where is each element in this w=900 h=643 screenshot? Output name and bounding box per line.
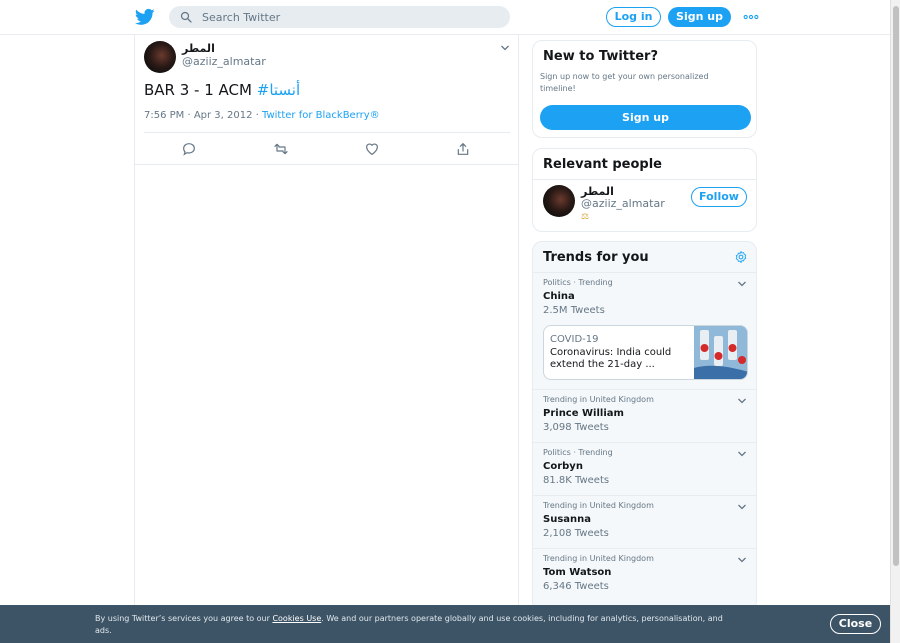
trends-title: Trends for you: [543, 250, 649, 265]
share-icon[interactable]: [455, 141, 471, 157]
page-scrollbar[interactable]: [890, 0, 900, 643]
avatar[interactable]: [543, 185, 575, 217]
trend-name[interactable]: Corbyn: [543, 461, 583, 472]
tweet-text: BAR 3 - 1 ACM #أنستا: [144, 81, 300, 99]
close-button[interactable]: Close: [830, 614, 881, 634]
tweet-author-name[interactable]: المطر: [182, 42, 215, 55]
trend-count: 2.5M Tweets: [543, 305, 605, 316]
trend-name[interactable]: Prince William: [543, 408, 624, 419]
like-heart-icon[interactable]: [364, 141, 380, 157]
trend-name[interactable]: China: [543, 291, 575, 302]
trend-item[interactable]: Trending in United Kingdom Prince Willia…: [533, 389, 756, 442]
reply-icon[interactable]: [181, 141, 197, 157]
tweet-author-handle[interactable]: @aziiz_almatar: [182, 55, 266, 68]
twitter-bird-icon[interactable]: [135, 7, 155, 27]
cookie-banner: By using Twitter’s services you agree to…: [0, 605, 890, 643]
new-to-twitter-text: Sign up now to get your own personalized…: [540, 72, 709, 93]
trends-card: Trends for you Politics · Trending China…: [532, 241, 757, 611]
trend-item[interactable]: Politics · Trending China 2.5M Tweets CO…: [533, 272, 756, 389]
trend-count: 2,108 Tweets: [543, 528, 609, 539]
test-tubes-image: [694, 326, 747, 379]
chevron-down-icon[interactable]: [737, 449, 747, 459]
top-navigation-bar: Log in Sign up: [0, 0, 890, 35]
search-input[interactable]: [202, 6, 492, 28]
gear-icon[interactable]: [734, 250, 748, 264]
relevant-people-card: Relevant people المطر @aziiz_almatar ⚖ F…: [532, 148, 757, 232]
scrollbar-thumb[interactable]: [893, 6, 899, 566]
trend-meta: Trending in United Kingdom: [543, 395, 654, 404]
trend-count: 3,098 Tweets: [543, 422, 609, 433]
trend-meta: Trending in United Kingdom: [543, 501, 654, 510]
cookie-text: By using Twitter’s services you agree to…: [95, 613, 735, 637]
trend-name[interactable]: Tom Watson: [543, 567, 611, 578]
chevron-down-icon[interactable]: [737, 279, 747, 289]
divider: [144, 132, 510, 133]
cookie-text-before: By using Twitter’s services you agree to…: [95, 614, 273, 623]
news-category: COVID-19: [550, 334, 599, 345]
tweet-text-body: BAR 3 - 1 ACM: [144, 81, 257, 99]
news-card[interactable]: COVID-19 Coronavirus: India could extend…: [543, 325, 748, 380]
trend-count: 6,346 Tweets: [543, 581, 609, 592]
divider: [533, 179, 756, 180]
trend-item[interactable]: Politics · Trending Corbyn 81.8K Tweets: [533, 442, 756, 495]
signup-button[interactable]: Sign up: [668, 7, 731, 27]
tweet-actions: [135, 135, 519, 165]
more-icon[interactable]: [743, 10, 759, 24]
tweet-hashtag[interactable]: #أنستا: [257, 81, 300, 99]
cookies-use-link[interactable]: Cookies Use: [272, 614, 321, 623]
search-icon: [180, 11, 192, 23]
follow-button[interactable]: Follow: [691, 187, 747, 207]
avatar[interactable]: [144, 41, 176, 73]
news-thumbnail-image[interactable]: [694, 326, 747, 379]
trend-item[interactable]: Trending in United Kingdom Tom Watson 6,…: [533, 548, 756, 601]
chevron-down-icon[interactable]: [737, 555, 747, 565]
retweet-icon[interactable]: [273, 141, 289, 157]
main-column: المطر @aziiz_almatar BAR 3 - 1 ACM #أنست…: [134, 35, 519, 643]
trend-name[interactable]: Susanna: [543, 514, 591, 525]
chevron-down-icon[interactable]: [737, 396, 747, 406]
search-box[interactable]: [169, 6, 510, 28]
login-button[interactable]: Log in: [606, 7, 661, 27]
tweet-timestamp: 7:56 PM · Apr 3, 2012 · Twitter for Blac…: [144, 110, 380, 121]
trend-item[interactable]: Trending in United Kingdom Susanna 2,108…: [533, 495, 756, 548]
tweet-time[interactable]: 7:56 PM · Apr 3, 2012 ·: [144, 110, 262, 121]
chevron-down-icon[interactable]: [737, 502, 747, 512]
sidebar-signup-button[interactable]: Sign up: [540, 105, 751, 130]
trend-count: 81.8K Tweets: [543, 475, 610, 486]
news-headline[interactable]: Coronavirus: India could extend the 21-d…: [550, 347, 680, 371]
new-to-twitter-card: New to Twitter? Sign up now to get your …: [532, 40, 757, 138]
relevant-person-handle[interactable]: @aziiz_almatar: [581, 197, 665, 210]
chevron-down-icon[interactable]: [500, 43, 510, 53]
tweet-source-link[interactable]: Twitter for BlackBerry®: [262, 110, 380, 121]
trend-meta: Trending in United Kingdom: [543, 554, 654, 563]
trend-meta: Politics · Trending: [543, 278, 613, 287]
relevant-people-title: Relevant people: [543, 157, 662, 172]
trend-meta: Politics · Trending: [543, 448, 613, 457]
scales-icon: ⚖: [581, 212, 590, 222]
new-to-twitter-title: New to Twitter?: [543, 49, 659, 64]
